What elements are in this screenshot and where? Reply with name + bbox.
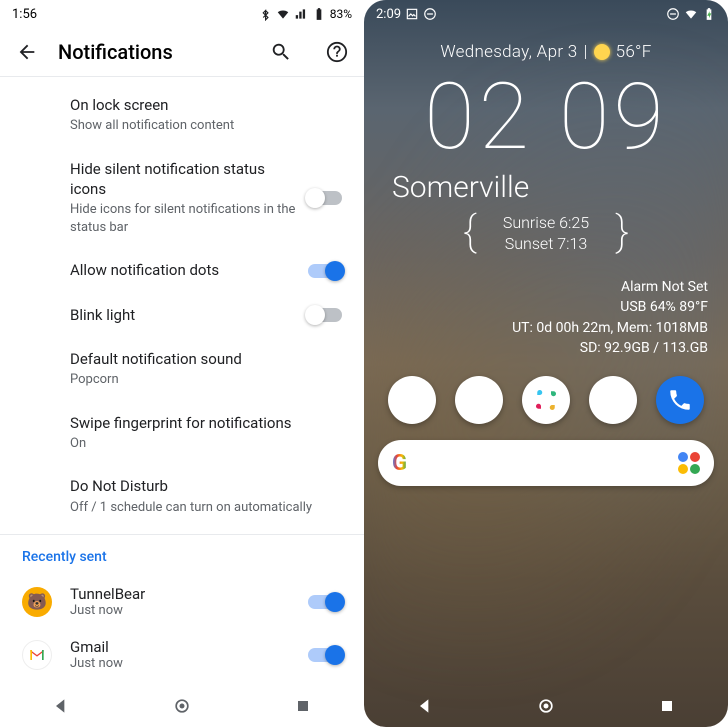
app-when: Just now xyxy=(70,656,296,671)
setting-title: Default notification sound xyxy=(70,349,342,369)
clock-widget[interactable]: Wednesday, Apr 3 | 56°F 02 09 xyxy=(364,28,728,164)
toggle-switch[interactable] xyxy=(308,595,342,609)
help-icon[interactable] xyxy=(326,41,348,63)
toggle-switch[interactable] xyxy=(308,264,342,278)
home-screen: 2:09 Wednesday, Apr 3 | 56°F 02 09 Somer… xyxy=(364,0,728,727)
nav-back-icon[interactable] xyxy=(415,696,435,716)
setting-lock-screen[interactable]: On lock screen Show all notification cont… xyxy=(0,83,364,147)
setting-sub: Off / 1 schedule can turn on automatical… xyxy=(70,499,342,517)
toggle-switch[interactable] xyxy=(308,191,342,205)
nav-home-icon[interactable] xyxy=(536,696,556,716)
battery-icon xyxy=(312,7,326,21)
clock-time: 02 09 xyxy=(384,72,708,164)
nav-home-icon[interactable] xyxy=(172,696,192,716)
temp-text: 56°F xyxy=(616,42,652,62)
dock xyxy=(364,358,728,432)
dock-app-phone[interactable] xyxy=(656,376,704,424)
nav-recent-icon[interactable] xyxy=(657,696,677,716)
tunnelbear-icon: 🐻 xyxy=(22,587,52,617)
app-when: Just now xyxy=(70,603,296,618)
battery-icon xyxy=(702,7,716,21)
setting-title: Blink light xyxy=(70,305,296,325)
status-bar: 1:56 83% xyxy=(0,0,364,28)
setting-blink-light[interactable]: Blink light xyxy=(0,293,364,337)
toggle-switch[interactable] xyxy=(308,308,342,322)
settings-list: On lock screen Show all notification cont… xyxy=(0,77,364,534)
nav-bar xyxy=(0,685,364,727)
signal-icon xyxy=(294,7,308,21)
setting-sub: Hide icons for silent notifications in t… xyxy=(70,201,296,236)
setting-sub: Popcorn xyxy=(70,371,342,389)
status-time: 1:56 xyxy=(12,7,37,22)
setting-title: On lock screen xyxy=(70,95,342,115)
setting-sub: Show all notification content xyxy=(70,117,342,135)
setting-sub: On xyxy=(70,435,342,453)
search-icon[interactable] xyxy=(270,41,292,63)
status-time: 2:09 xyxy=(376,7,401,22)
app-name: Gmail xyxy=(70,638,296,656)
date-line: Wednesday, Apr 3 | 56°F xyxy=(384,42,708,62)
search-bar[interactable]: G xyxy=(378,440,714,486)
sun-icon xyxy=(594,44,610,60)
usb-text: USB 64% 89°F xyxy=(384,297,708,317)
sun-times: Sunrise 6:25 Sunset 7:13 xyxy=(471,213,621,253)
recent-app-tunnelbear[interactable]: 🐻 TunnelBearJust now xyxy=(0,575,364,628)
section-recently-sent: Recently sent xyxy=(0,535,364,575)
dnd-icon xyxy=(423,7,437,21)
nav-back-icon[interactable] xyxy=(51,696,71,716)
sunset-text: Sunset 7:13 xyxy=(505,234,587,253)
setting-dnd[interactable]: Do Not Disturb Off / 1 schedule can turn … xyxy=(0,464,364,528)
setting-title: Do Not Disturb xyxy=(70,476,342,496)
wifi-icon xyxy=(684,7,698,21)
uptime-text: UT: 0d 00h 22m, Mem: 1018MB xyxy=(384,318,708,338)
battery-percent: 83% xyxy=(330,7,352,21)
page-title: Notifications xyxy=(58,40,250,64)
setting-swipe-fingerprint[interactable]: Swipe fingerprint for notifications On xyxy=(0,401,364,465)
gmail-icon xyxy=(22,640,52,670)
city-label: Somerville xyxy=(364,164,728,213)
setting-notification-dots[interactable]: Allow notification dots xyxy=(0,248,364,292)
system-stats: Alarm Not Set USB 64% 89°F UT: 0d 00h 22… xyxy=(364,253,728,358)
dock-app-slack[interactable] xyxy=(522,376,570,424)
setting-title: Hide silent notification status icons xyxy=(70,159,296,200)
recent-app-gmail[interactable]: GmailJust now xyxy=(0,628,364,681)
alarm-text: Alarm Not Set xyxy=(384,277,708,297)
status-icons: 83% xyxy=(258,7,352,21)
dock-folder-2[interactable] xyxy=(455,376,503,424)
app-name: TunnelBear xyxy=(70,585,296,603)
toggle-switch[interactable] xyxy=(308,648,342,662)
dock-folder-1[interactable] xyxy=(388,376,436,424)
setting-title: Allow notification dots xyxy=(70,260,296,280)
dnd-status-icon xyxy=(666,7,680,21)
setting-hide-silent[interactable]: Hide silent notification status iconsHid… xyxy=(0,147,364,249)
setting-title: Swipe fingerprint for notifications xyxy=(70,413,342,433)
settings-screen: 1:56 83% Notifications On lock screen Sho… xyxy=(0,0,364,727)
nav-recent-icon[interactable] xyxy=(293,696,313,716)
sunrise-text: Sunrise 6:25 xyxy=(503,213,589,232)
wifi-icon xyxy=(276,7,290,21)
assistant-icon[interactable] xyxy=(678,452,700,474)
dock-folder-3[interactable] xyxy=(589,376,637,424)
bluetooth-icon xyxy=(258,7,272,21)
nav-bar xyxy=(364,685,728,727)
image-icon xyxy=(405,7,419,21)
status-bar: 2:09 xyxy=(364,0,728,28)
app-bar: Notifications xyxy=(0,28,364,76)
back-icon[interactable] xyxy=(16,41,38,63)
storage-text: SD: 92.9GB / 113.GB xyxy=(384,338,708,358)
date-text: Wednesday, Apr 3 xyxy=(440,42,577,62)
google-logo-icon: G xyxy=(392,451,407,476)
setting-default-sound[interactable]: Default notification sound Popcorn xyxy=(0,337,364,401)
